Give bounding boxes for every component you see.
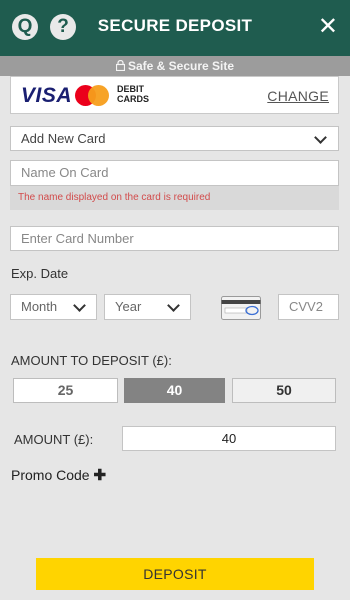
chevron-down-icon [167, 299, 180, 312]
cvv-placeholder: CVV2 [289, 299, 323, 314]
chevron-down-icon [73, 299, 86, 312]
amount-option-25[interactable]: 25 [13, 378, 118, 403]
exp-date-label: Exp. Date [11, 266, 69, 281]
change-payment-link[interactable]: CHANGE [267, 88, 329, 104]
close-icon[interactable]: ✕ [318, 14, 338, 40]
year-select-value: Year [115, 299, 142, 314]
name-on-card-placeholder: Name On Card [21, 165, 109, 180]
card-number-placeholder: Enter Card Number [21, 231, 134, 246]
chevron-down-icon [314, 130, 327, 144]
promo-code-label: Promo Code [11, 467, 90, 483]
name-error-message: The name displayed on the card is requir… [10, 186, 339, 210]
amount-option-50[interactable]: 50 [232, 378, 336, 403]
cvv-input[interactable]: CVV2 [278, 294, 339, 320]
card-cvv-icon [221, 296, 261, 320]
card-select-value: Add New Card [21, 131, 106, 146]
name-on-card-input[interactable]: Name On Card [10, 160, 339, 186]
secure-site-banner: Safe & Secure Site [0, 56, 350, 76]
card-select-dropdown[interactable]: Add New Card [10, 126, 339, 151]
secure-site-text: Safe & Secure Site [127, 59, 235, 73]
year-select[interactable]: Year [104, 294, 191, 320]
amount-value: 40 [221, 431, 237, 446]
page-title: SECURE DEPOSIT [97, 16, 253, 35]
card-number-input[interactable]: Enter Card Number [10, 226, 339, 251]
payment-method-box: VISA DEBIT CARDS CHANGE [10, 76, 339, 114]
mastercard-logo [75, 85, 109, 107]
visa-logo: VISA [21, 84, 73, 107]
debit-cards-label: DEBIT CARDS [117, 84, 150, 104]
deposit-button[interactable]: DEPOSIT [36, 558, 314, 590]
month-select[interactable]: Month [10, 294, 97, 320]
header-bar: Q ? SECURE DEPOSIT ✕ [0, 0, 350, 56]
lock-icon [115, 57, 126, 77]
amount-input[interactable]: 40 [122, 426, 336, 451]
month-select-value: Month [21, 299, 58, 314]
promo-code-toggle[interactable]: Promo Code ✚ [11, 466, 106, 484]
amount-label: AMOUNT (£): [14, 432, 94, 447]
plus-icon: ✚ [93, 467, 107, 484]
amount-option-40[interactable]: 40 [124, 378, 225, 403]
amount-to-deposit-label: AMOUNT TO DEPOSIT (£): [11, 353, 172, 368]
